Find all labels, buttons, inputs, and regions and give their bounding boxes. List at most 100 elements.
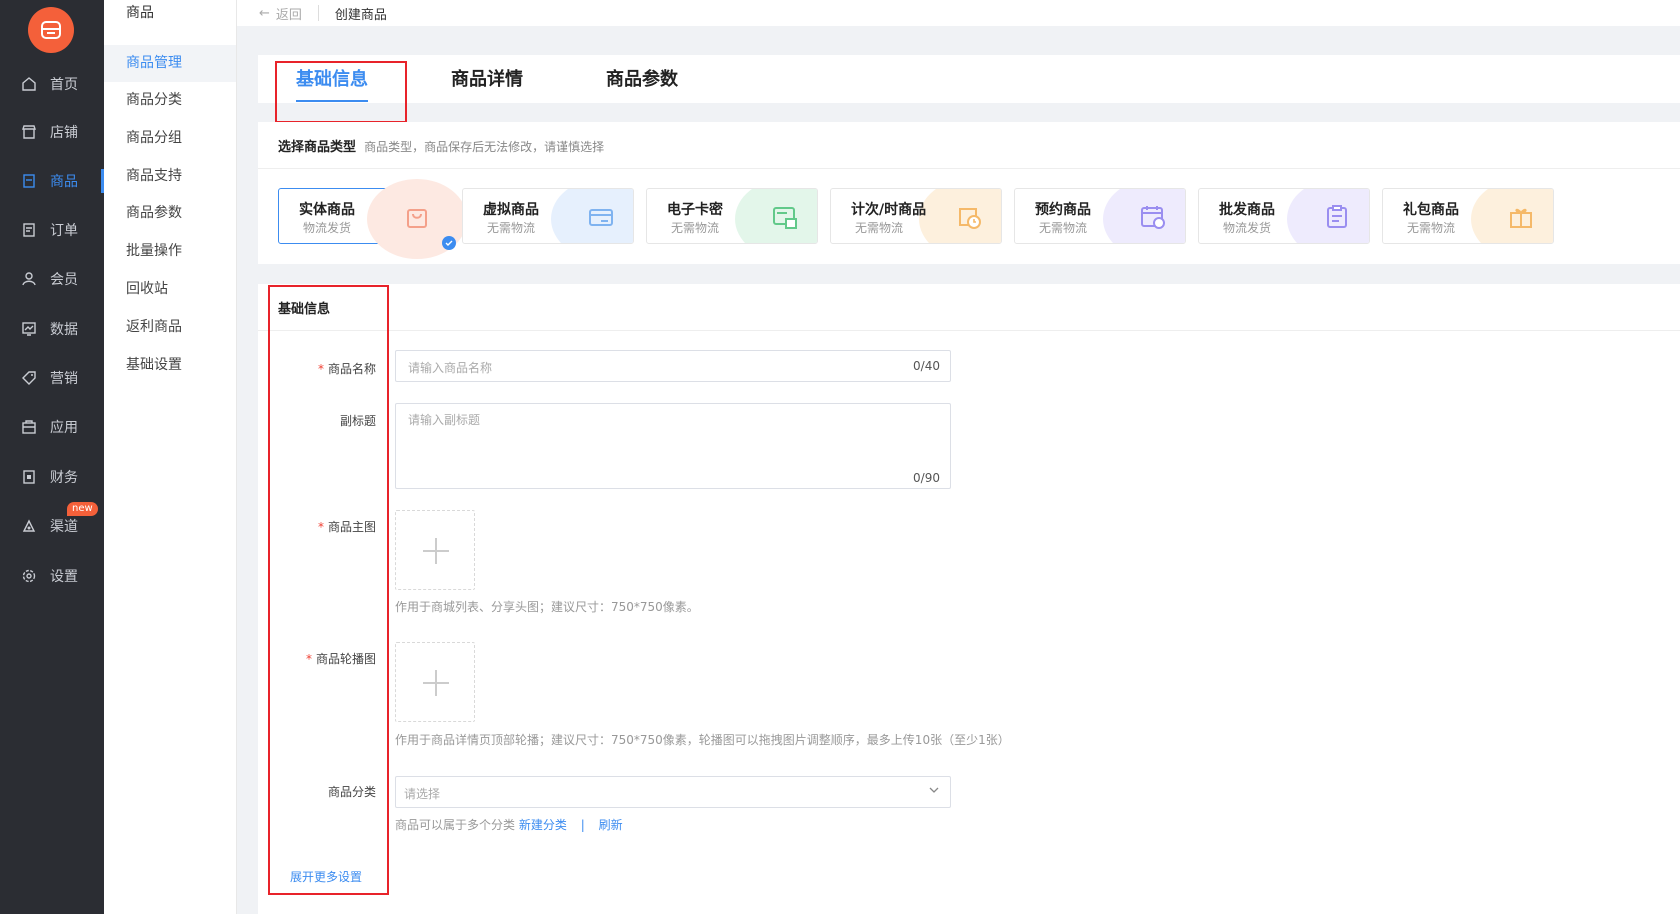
main-image-upload[interactable] [395, 510, 475, 590]
goods-name-input[interactable]: 请输入商品名称 0/40 [395, 350, 951, 382]
type-card-virtual[interactable]: 虚拟商品 无需物流 [462, 188, 634, 244]
check-icon [442, 236, 456, 250]
type-name: 虚拟商品 [483, 202, 539, 218]
gift-icon [1510, 208, 1532, 228]
sub-item-recycle-bin[interactable]: 回收站 [104, 271, 236, 308]
tag-icon [20, 369, 38, 387]
goods-name-placeholder: 请输入商品名称 [408, 361, 493, 375]
sub-item-goods-manage[interactable]: 商品管理 [104, 45, 236, 82]
type-desc: 无需物流 [855, 221, 904, 235]
type-card-gift[interactable]: 礼包商品 无需物流 [1382, 188, 1554, 244]
nav-item-home[interactable]: 首页 [0, 64, 104, 104]
category-select[interactable]: 请选择 [395, 776, 951, 808]
tab-goods-params[interactable]: 商品参数 [606, 65, 678, 91]
shopping-bag-icon [407, 209, 427, 228]
refresh-link[interactable]: 刷新 [599, 818, 623, 832]
sub-item-goods-params[interactable]: 商品参数 [104, 195, 236, 232]
chevron-down-icon [928, 784, 940, 800]
arrow-left-icon: ← [259, 5, 270, 21]
sub-item-basic-settings[interactable]: 基础设置 [104, 347, 236, 384]
type-name: 电子卡密 [667, 202, 723, 218]
order-icon [20, 221, 38, 239]
sub-menu-title: 商品 [126, 5, 154, 21]
nav-item-label: 数据 [50, 322, 78, 338]
divider [258, 330, 1680, 331]
basic-info-form: 基础信息 * 商品名称 请输入商品名称 0/40 副标题 请输入副标题 0/90 … [258, 284, 1680, 914]
main-nav: 首页 店铺 商品 订单 会员 数据 营销 应用 财务 渠道 new 设置 [0, 0, 104, 914]
nav-item-member[interactable]: 会员 [0, 259, 104, 299]
nav-item-finance[interactable]: 财务 [0, 457, 104, 497]
nav-item-marketing[interactable]: 营销 [0, 358, 104, 398]
type-desc: 无需物流 [1407, 221, 1456, 235]
type-card-reservation[interactable]: 预约商品 无需物流 [1014, 188, 1186, 244]
annotation-box-tab [275, 61, 407, 123]
link-divider: | [580, 818, 585, 832]
goods-type-title: 选择商品类型 [278, 140, 357, 155]
channel-icon [20, 517, 38, 535]
subtitle-textarea[interactable]: 请输入副标题 0/90 [395, 403, 951, 489]
nav-item-order[interactable]: 订单 [0, 210, 104, 250]
goods-type-header: 选择商品类型 商品类型，商品保存后无法修改，请谨慎选择 [278, 136, 604, 155]
app-logo[interactable] [28, 7, 74, 53]
nav-item-channel[interactable]: 渠道 new [0, 502, 104, 546]
lock-card-icon [773, 207, 797, 229]
type-name: 预约商品 [1035, 202, 1091, 218]
nav-item-label: 财务 [50, 470, 78, 486]
tab-goods-detail[interactable]: 商品详情 [451, 65, 523, 91]
plus-icon-v [435, 670, 437, 696]
sub-item-batch-ops[interactable]: 批量操作 [104, 233, 236, 270]
page-title: 创建商品 [334, 7, 387, 23]
nav-item-data[interactable]: 数据 [0, 309, 104, 349]
home-icon [20, 75, 38, 93]
nav-item-label: 店铺 [50, 125, 78, 141]
calendar-icon [1141, 206, 1165, 229]
breadcrumb: ← 返回 创建商品 [237, 0, 1680, 26]
shop-icon [20, 123, 38, 141]
tab-bar: 基础信息 商品详情 商品参数 [258, 55, 1680, 103]
type-desc: 无需物流 [671, 221, 720, 235]
type-desc: 物流发货 [303, 221, 352, 235]
nav-item-label: 订单 [50, 223, 78, 239]
type-name: 计次/时商品 [851, 202, 927, 218]
clock-bag-icon [959, 208, 981, 229]
subtitle-placeholder: 请输入副标题 [408, 413, 481, 427]
nav-item-label: 商品 [50, 174, 78, 190]
sub-menu: 商品 商品管理 商品分类 商品分组 商品支持 商品参数 批量操作 回收站 返利商… [104, 0, 237, 914]
type-card-wholesale[interactable]: 批发商品 物流发货 [1198, 188, 1370, 244]
category-hint: 商品可以属于多个分类 [395, 818, 516, 832]
type-name: 礼包商品 [1403, 202, 1459, 218]
carousel-upload[interactable] [395, 642, 475, 722]
nav-item-label: 首页 [50, 77, 78, 93]
goods-name-counter: 0/40 [913, 359, 940, 373]
clipboard-icon [1327, 205, 1347, 228]
app-icon [20, 418, 38, 436]
nav-item-label: 应用 [50, 420, 78, 436]
back-label: 返回 [275, 7, 302, 23]
goods-type-section: 选择商品类型 商品类型，商品保存后无法修改，请谨慎选择 实体商品 物流发货 虚拟… [258, 122, 1680, 264]
new-category-link[interactable]: 新建分类 [519, 818, 567, 832]
annotation-box-form [268, 285, 389, 895]
divider [258, 168, 1680, 169]
nav-item-shop[interactable]: 店铺 [0, 112, 104, 152]
type-card-timed[interactable]: 计次/时商品 无需物流 [830, 188, 1002, 244]
type-card-e-card[interactable]: 电子卡密 无需物流 [646, 188, 818, 244]
back-button[interactable]: ← 返回 [259, 4, 302, 23]
type-desc: 物流发货 [1223, 221, 1272, 235]
nav-item-settings[interactable]: 设置 [0, 556, 104, 596]
carousel-hint: 作用于商品详情页顶部轮播；建议尺寸：750*750像素，轮播图可以拖拽图片调整顺… [395, 733, 1010, 747]
nav-item-label: 营销 [50, 371, 78, 387]
sub-item-goods-group[interactable]: 商品分组 [104, 120, 236, 157]
member-icon [20, 270, 38, 288]
sub-item-goods-support[interactable]: 商品支持 [104, 158, 236, 195]
nav-item-goods[interactable]: 商品 [0, 161, 104, 201]
store-logo-icon [41, 21, 61, 39]
subtitle-counter: 0/90 [913, 471, 940, 485]
sub-item-goods-category[interactable]: 商品分类 [104, 82, 236, 119]
nav-item-app[interactable]: 应用 [0, 407, 104, 447]
data-icon [20, 320, 38, 338]
nav-item-label: 会员 [50, 272, 78, 288]
type-card-physical[interactable]: 实体商品 物流发货 [278, 179, 467, 259]
sub-item-rebate-goods[interactable]: 返利商品 [104, 309, 236, 346]
goods-icon [20, 172, 38, 190]
nav-item-label: 渠道 [50, 519, 78, 535]
